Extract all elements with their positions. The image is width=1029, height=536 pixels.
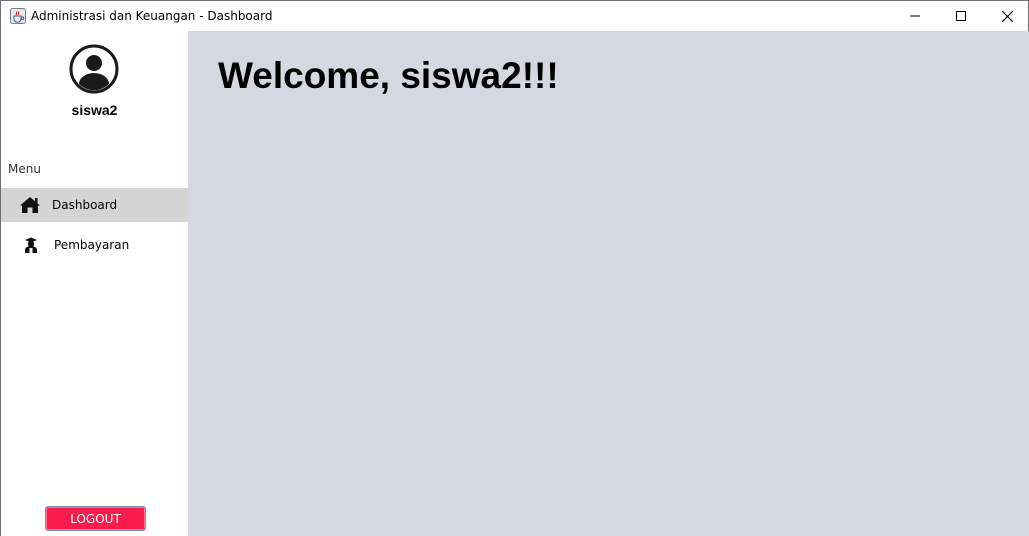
title-bar[interactable]: Administrasi dan Keuangan - Dashboard — [1, 1, 1028, 31]
sidebar-item-pembayaran[interactable]: Pembayaran — [1, 228, 188, 262]
user-avatar-icon — [69, 44, 119, 94]
welcome-heading: Welcome, siswa2!!! — [218, 55, 559, 96]
sidebar-item-dashboard[interactable]: Dashboard — [1, 188, 188, 222]
maximize-button[interactable] — [938, 1, 984, 31]
close-button[interactable] — [984, 1, 1029, 31]
logout-button[interactable]: LOGOUT — [45, 506, 146, 531]
window-title: Administrasi dan Keuangan - Dashboard — [31, 9, 273, 23]
menu-label: Menu — [8, 162, 41, 176]
app-window: Administrasi dan Keuangan - Dashboard si… — [0, 0, 1029, 536]
student-icon — [25, 237, 37, 253]
username-label: siswa2 — [71, 102, 118, 118]
home-icon — [20, 197, 40, 213]
minimize-button[interactable] — [892, 1, 938, 31]
sidebar-item-label: Dashboard — [52, 198, 118, 212]
maximize-icon — [956, 11, 966, 21]
java-cup-icon — [10, 8, 26, 24]
sidebar-item-label: Pembayaran — [54, 238, 130, 252]
main-content: Welcome, siswa2!!! — [188, 31, 1029, 536]
sidebar: siswa2 Menu Dashboard Pembayaran LOGOUT — [1, 31, 188, 536]
minimize-icon — [910, 15, 920, 17]
close-icon — [1001, 10, 1013, 22]
